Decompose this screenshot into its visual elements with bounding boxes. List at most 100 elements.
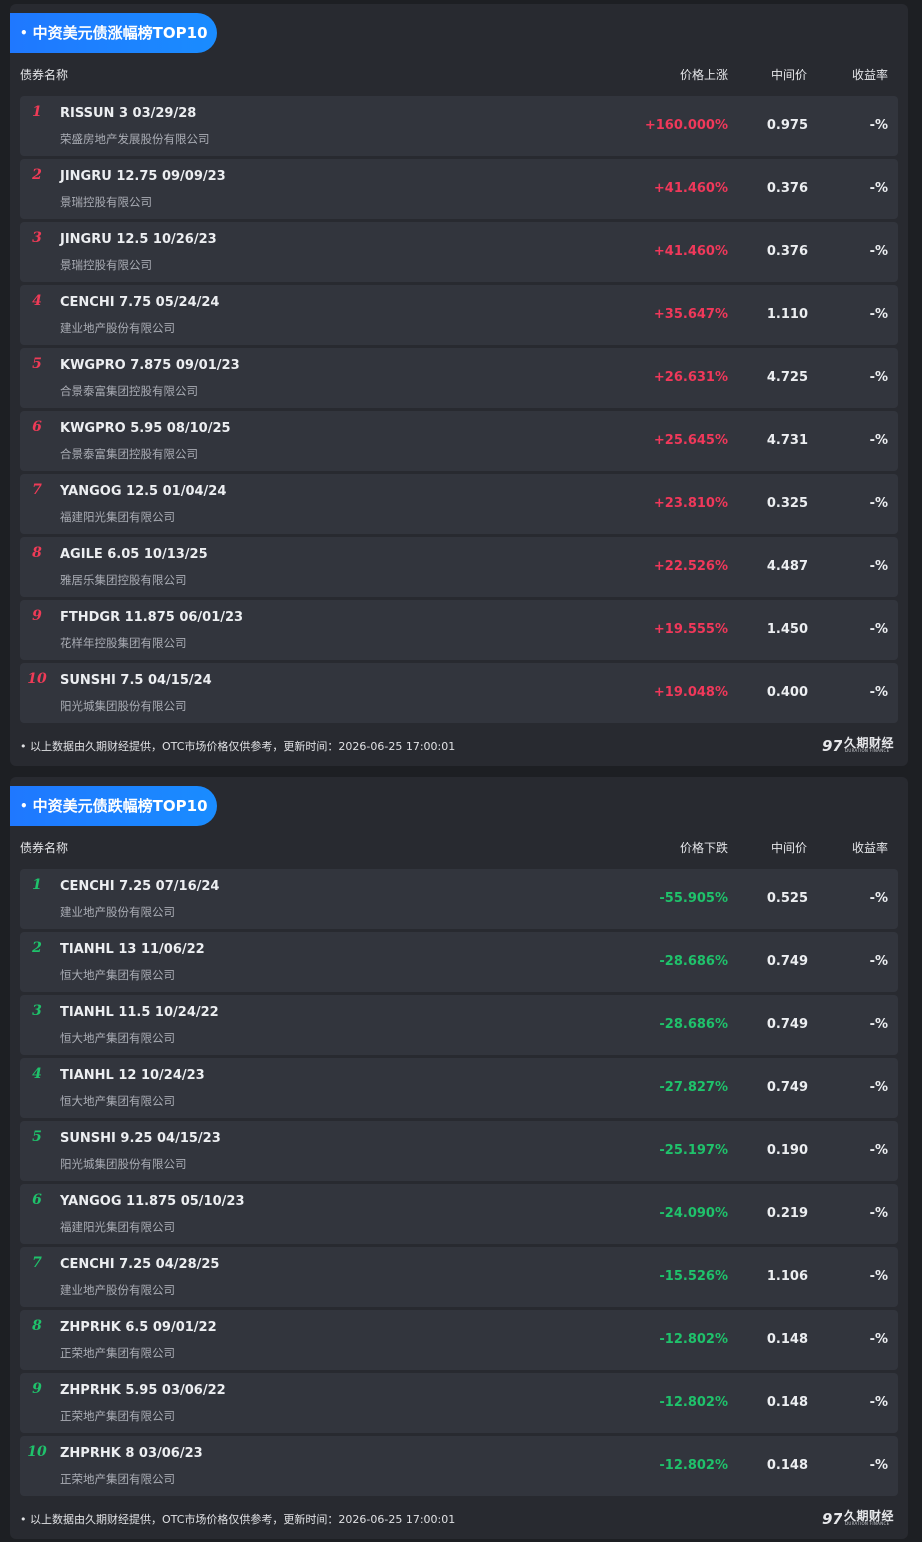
rank-number: 7 — [32, 482, 42, 498]
rank-number: 3 — [32, 1003, 42, 1019]
gainers-list: 1 RISSUN 3 03/29/28 荣盛房地产发展股份有限公司 +160.000%… — [20, 96, 898, 726]
bond-row[interactable]: 5 SUNSHI 9.25 04/15/23 阳光城集团股份有限公司 -25.197%… — [20, 1121, 898, 1181]
bond-code: FTHDGR 11.875 06/01/23 — [60, 610, 244, 625]
bond-row[interactable]: 6 KWGPRO 5.95 08/10/25 合景泰富集团控股有限公司 +25.645… — [20, 411, 898, 471]
bond-issuer: 花样年控股集团有限公司 — [60, 636, 187, 650]
yield-value: -% — [869, 1332, 888, 1347]
yield-value: -% — [869, 1017, 888, 1032]
price-change: -12.802% — [659, 1395, 728, 1410]
bond-code: AGILE 6.05 10/13/25 — [60, 547, 208, 562]
mid-price: 4.725 — [766, 370, 808, 385]
bond-code: TIANHL 12 10/24/23 — [60, 1068, 205, 1083]
losers-list: 1 CENCHI 7.25 07/16/24 建业地产股份有限公司 -55.905% 0… — [20, 869, 898, 1499]
bond-row[interactable]: 6 YANGOG 11.875 05/10/23 福建阳光集团有限公司 -24.090… — [20, 1184, 898, 1244]
mid-price: 0.975 — [766, 118, 808, 133]
mid-price: 4.487 — [766, 559, 808, 574]
header-yield: 收益率 — [851, 841, 888, 855]
losers-column-header: 债券名称 价格下跌 中间价 收益率 — [10, 839, 908, 855]
yield-value: -% — [869, 496, 888, 511]
svg-text:97: 97 — [822, 1510, 842, 1528]
gainers-panel: • 中资美元债涨幅榜TOP10 债券名称 价格上涨 中间价 收益率 1 RISSUN… — [10, 4, 908, 766]
mid-price: 0.525 — [766, 891, 808, 906]
yield-value: -% — [869, 307, 888, 322]
bond-row[interactable]: 7 CENCHI 7.25 04/28/25 建业地产股份有限公司 -15.526% 1… — [20, 1247, 898, 1307]
svg-text:97: 97 — [822, 737, 842, 755]
bond-code: CENCHI 7.75 05/24/24 — [60, 295, 220, 310]
bond-code: JINGRU 12.75 09/09/23 — [60, 169, 226, 184]
price-change: +35.647% — [653, 307, 728, 322]
bond-row[interactable]: 1 RISSUN 3 03/29/28 荣盛房地产发展股份有限公司 +160.000%… — [20, 96, 898, 156]
price-change: +26.631% — [653, 370, 728, 385]
bond-row[interactable]: 8 AGILE 6.05 10/13/25 雅居乐集团控股有限公司 +22.526% 4… — [20, 537, 898, 597]
price-change: +25.645% — [653, 433, 728, 448]
price-change: -28.686% — [659, 1017, 728, 1032]
bullet-icon: • — [20, 26, 28, 40]
header-mid-price: 中间价 — [770, 68, 807, 82]
bond-row[interactable]: 3 TIANHL 11.5 10/24/22 恒大地产集团有限公司 -28.686% 0… — [20, 995, 898, 1055]
bond-code: SUNSHI 9.25 04/15/23 — [60, 1131, 221, 1146]
header-bond-name: 债券名称 — [20, 841, 69, 855]
bond-row[interactable]: 9 ZHPRHK 5.95 03/06/22 正荣地产集团有限公司 -12.802% 0… — [20, 1373, 898, 1433]
bond-row[interactable]: 9 FTHDGR 11.875 06/01/23 花样年控股集团有限公司 +19.55… — [20, 600, 898, 660]
brand-subtitle: DURATION FINANCE — [845, 748, 890, 753]
rank-number: 8 — [32, 1318, 42, 1334]
brand-logo: 97 久期财经 DURATION FINANCE — [822, 734, 898, 756]
bond-issuer: 恒大地产集团有限公司 — [60, 1094, 175, 1108]
header-yield: 收益率 — [851, 68, 888, 82]
bond-row[interactable]: 10 SUNSHI 7.5 04/15/24 阳光城集团股份有限公司 +19.048%… — [20, 663, 898, 723]
price-change: -12.802% — [659, 1458, 728, 1473]
yield-value: -% — [869, 244, 888, 259]
gainers-title: 中资美元债涨幅榜TOP10 — [32, 24, 208, 42]
rank-number: 5 — [32, 356, 42, 372]
gainers-column-header: 债券名称 价格上涨 中间价 收益率 — [10, 66, 908, 82]
bond-row[interactable]: 4 TIANHL 12 10/24/23 恒大地产集团有限公司 -27.827% 0.7… — [20, 1058, 898, 1118]
bond-code: RISSUN 3 03/29/28 — [60, 106, 197, 121]
bond-row[interactable]: 7 YANGOG 12.5 01/04/24 福建阳光集团有限公司 +23.810% 0… — [20, 474, 898, 534]
price-change: -15.526% — [659, 1269, 728, 1284]
yield-value: -% — [869, 954, 888, 969]
yield-value: -% — [869, 1143, 888, 1158]
mid-price: 0.376 — [766, 181, 808, 196]
price-change: -55.905% — [659, 891, 728, 906]
mid-price: 0.148 — [766, 1395, 808, 1410]
bond-row[interactable]: 10 ZHPRHK 8 03/06/23 正荣地产集团有限公司 -12.802% 0.1… — [20, 1436, 898, 1496]
price-change: +19.048% — [653, 685, 728, 700]
losers-panel: • 中资美元债跌幅榜TOP10 债券名称 价格下跌 中间价 收益率 1 CENCHI… — [10, 777, 908, 1539]
bond-code: TIANHL 11.5 10/24/22 — [60, 1005, 219, 1020]
mid-price: 0.749 — [766, 954, 808, 969]
mid-price: 0.749 — [766, 1080, 808, 1095]
yield-value: -% — [869, 433, 888, 448]
price-change: -28.686% — [659, 954, 728, 969]
bond-issuer: 建业地产股份有限公司 — [60, 905, 175, 919]
yield-value: -% — [869, 370, 888, 385]
bond-code: ZHPRHK 5.95 03/06/22 — [60, 1383, 226, 1398]
yield-value: -% — [869, 685, 888, 700]
bond-row[interactable]: 2 TIANHL 13 11/06/22 恒大地产集团有限公司 -28.686% 0.7… — [20, 932, 898, 992]
bond-issuer: 合景泰富集团控股有限公司 — [60, 384, 198, 398]
yield-value: -% — [869, 891, 888, 906]
bond-row[interactable]: 3 JINGRU 12.5 10/26/23 景瑞控股有限公司 +41.460% 0.3… — [20, 222, 898, 282]
rank-number: 9 — [32, 608, 42, 624]
bond-issuer: 雅居乐集团控股有限公司 — [60, 573, 187, 587]
mid-price: 0.190 — [766, 1143, 808, 1158]
bond-row[interactable]: 1 CENCHI 7.25 07/16/24 建业地产股份有限公司 -55.905% 0… — [20, 869, 898, 929]
losers-footer-note: • 以上数据由久期财经提供，OTC市场价格仅供参考，更新时间：2026-06-2… — [20, 1513, 456, 1526]
losers-title: 中资美元债跌幅榜TOP10 — [32, 797, 208, 815]
bond-code: KWGPRO 5.95 08/10/25 — [60, 421, 231, 436]
price-change: +22.526% — [653, 559, 728, 574]
rank-number: 6 — [32, 419, 42, 435]
bond-issuer: 正荣地产集团有限公司 — [60, 1472, 175, 1486]
bond-row[interactable]: 8 ZHPRHK 6.5 09/01/22 正荣地产集团有限公司 -12.802% 0.… — [20, 1310, 898, 1370]
bond-row[interactable]: 5 KWGPRO 7.875 09/01/23 合景泰富集团控股有限公司 +26.63… — [20, 348, 898, 408]
bond-row[interactable]: 4 CENCHI 7.75 05/24/24 建业地产股份有限公司 +35.647% 1… — [20, 285, 898, 345]
yield-value: -% — [869, 181, 888, 196]
bond-code: YANGOG 12.5 01/04/24 — [60, 484, 227, 499]
gainers-footer-note: • 以上数据由久期财经提供，OTC市场价格仅供参考，更新时间：2026-06-2… — [20, 740, 456, 753]
rank-number: 2 — [32, 940, 42, 956]
bond-issuer: 阳光城集团股份有限公司 — [60, 699, 187, 713]
bond-row[interactable]: 2 JINGRU 12.75 09/09/23 景瑞控股有限公司 +41.460% 0.… — [20, 159, 898, 219]
rank-number: 1 — [32, 104, 42, 120]
bond-issuer: 恒大地产集团有限公司 — [60, 968, 175, 982]
duration-finance-logo-icon: 97 — [822, 1510, 842, 1528]
rank-number: 4 — [32, 1066, 42, 1082]
